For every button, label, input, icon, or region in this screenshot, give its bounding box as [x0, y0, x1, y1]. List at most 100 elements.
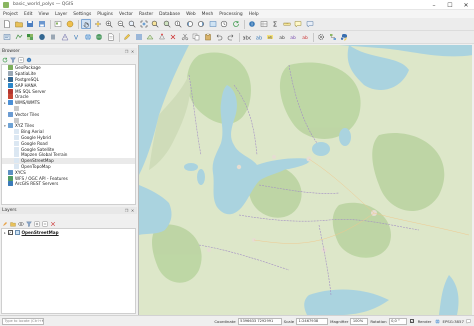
identify-features-icon[interactable]: i [247, 19, 257, 29]
add-spatialite-layer-icon[interactable] [48, 32, 58, 42]
filter-icon[interactable] [10, 57, 16, 63]
zoom-rubberband-icon[interactable] [127, 19, 137, 29]
zoom-in-icon[interactable] [104, 19, 114, 29]
zoom-last-icon[interactable] [185, 19, 195, 29]
scale-field[interactable]: 1:2467938 [296, 317, 329, 325]
zoom-full-icon[interactable] [139, 19, 149, 29]
paste-features-icon[interactable] [203, 32, 213, 42]
menu-processing[interactable]: Processing [219, 12, 242, 17]
menu-project[interactable]: Project [3, 12, 18, 17]
rotation-field[interactable]: 0,0 ° [388, 317, 407, 325]
menu-plugins[interactable]: Plugins [97, 12, 113, 17]
save-edits-icon[interactable] [134, 32, 144, 42]
messages-icon[interactable] [466, 319, 471, 324]
vertex-tool-icon[interactable] [157, 32, 167, 42]
float-panel-icon[interactable]: ❐ [124, 208, 129, 213]
delete-selected-icon[interactable] [168, 32, 178, 42]
toggle-editing-icon[interactable] [122, 32, 132, 42]
zoom-selection-icon[interactable] [150, 19, 160, 29]
add-vector-layer-icon[interactable] [14, 32, 24, 42]
data-source-manager-icon[interactable] [2, 32, 12, 42]
python-console-icon[interactable] [339, 32, 349, 42]
refresh-icon[interactable] [2, 57, 8, 63]
save-as-icon[interactable] [37, 19, 47, 29]
browser-item[interactable]: ArcGIS REST Servers [2, 181, 135, 187]
close-panel-icon[interactable]: ✕ [130, 49, 135, 54]
label-move-icon[interactable]: ab [277, 32, 287, 42]
layer-styling-icon[interactable] [2, 221, 8, 227]
add-mesh-layer-icon[interactable] [60, 32, 70, 42]
add-raster-layer-icon[interactable] [25, 32, 35, 42]
zoom-next-icon[interactable] [196, 19, 206, 29]
redo-icon[interactable] [226, 32, 236, 42]
add-postgis-layer-icon[interactable] [37, 32, 47, 42]
crs-globe-icon[interactable] [435, 318, 440, 324]
menu-vector[interactable]: Vector [119, 12, 133, 17]
open-attribute-table-icon[interactable] [259, 19, 269, 29]
expand-all-icon[interactable] [34, 221, 40, 227]
measure-icon[interactable] [282, 19, 292, 29]
float-panel-icon[interactable]: ❐ [124, 49, 129, 54]
zoom-layer-icon[interactable] [162, 19, 172, 29]
layer-row-openstreetmap[interactable]: ▸ ✓ OpenStreetMap [2, 229, 135, 236]
layer-visibility-checkbox[interactable]: ✓ [8, 230, 13, 235]
maximize-button[interactable]: ☐ [442, 0, 458, 10]
filter-legend-icon[interactable] [26, 221, 32, 227]
collapse-all-icon[interactable] [42, 221, 48, 227]
zoom-out-icon[interactable] [116, 19, 126, 29]
add-wfs-layer-icon[interactable] [94, 32, 104, 42]
menu-web[interactable]: Web [186, 12, 196, 17]
layout-manager-icon[interactable] [53, 19, 63, 29]
label-tool-icon[interactable]: abc [242, 32, 252, 42]
menu-layer[interactable]: Layer [55, 12, 67, 17]
label-rotate-icon[interactable]: ab [288, 32, 298, 42]
add-wms-layer-icon[interactable] [83, 32, 93, 42]
add-delimited-text-icon[interactable] [106, 32, 116, 42]
processing-toolbox-icon[interactable] [316, 32, 326, 42]
new-map-view-icon[interactable] [208, 19, 218, 29]
magnifier-field[interactable]: 100% [350, 317, 369, 325]
pan-map-icon[interactable] [81, 19, 91, 29]
remove-layer-icon[interactable] [50, 221, 56, 227]
add-group-icon[interactable] [10, 221, 16, 227]
coordinate-field[interactable]: 5396633 7292991 [237, 317, 282, 325]
cut-features-icon[interactable] [180, 32, 190, 42]
label-change-icon[interactable]: ab [300, 32, 310, 42]
menu-settings[interactable]: Settings [73, 12, 91, 17]
collapse-all-icon[interactable] [18, 57, 24, 63]
label-pin-icon[interactable]: ab [254, 32, 264, 42]
statistics-icon[interactable]: Σ [270, 19, 280, 29]
style-manager-icon[interactable] [65, 19, 75, 29]
pan-to-selection-icon[interactable] [93, 19, 103, 29]
menu-edit[interactable]: Edit [24, 12, 33, 17]
text-annotation-icon[interactable] [305, 19, 315, 29]
close-button[interactable]: ✕ [458, 0, 474, 10]
menu-help[interactable]: Help [249, 12, 259, 17]
enable-properties-icon[interactable]: i [26, 57, 32, 63]
crs-label[interactable]: EPSG:3857 [442, 319, 464, 324]
menu-raster[interactable]: Raster [139, 12, 153, 17]
new-project-icon[interactable] [2, 19, 12, 29]
menu-database[interactable]: Database [159, 12, 180, 17]
digitize-icon[interactable] [145, 32, 155, 42]
map-tips-icon[interactable] [293, 19, 303, 29]
label-highlight-icon[interactable]: ab [265, 32, 275, 42]
minimize-button[interactable]: – [426, 0, 442, 10]
save-project-icon[interactable] [25, 19, 35, 29]
temporal-controller-icon[interactable] [219, 19, 229, 29]
render-checkbox[interactable]: ✓ [409, 319, 415, 324]
menu-mesh[interactable]: Mesh [202, 12, 214, 17]
zoom-native-icon[interactable] [173, 19, 183, 29]
undo-icon[interactable] [214, 32, 224, 42]
browser-item-label: SAP HANA [15, 82, 37, 88]
copy-features-icon[interactable] [191, 32, 201, 42]
model-designer-icon[interactable] [328, 32, 338, 42]
refresh-icon[interactable] [231, 19, 241, 29]
add-virtual-layer-icon[interactable]: V [71, 32, 81, 42]
map-canvas[interactable] [138, 45, 472, 315]
manage-themes-icon[interactable] [18, 221, 24, 227]
locator-search-input[interactable]: Type to locate (Ctrl+K) [2, 317, 44, 325]
open-project-icon[interactable] [14, 19, 24, 29]
menu-view[interactable]: View [39, 12, 49, 17]
close-panel-icon[interactable]: ✕ [130, 208, 135, 213]
